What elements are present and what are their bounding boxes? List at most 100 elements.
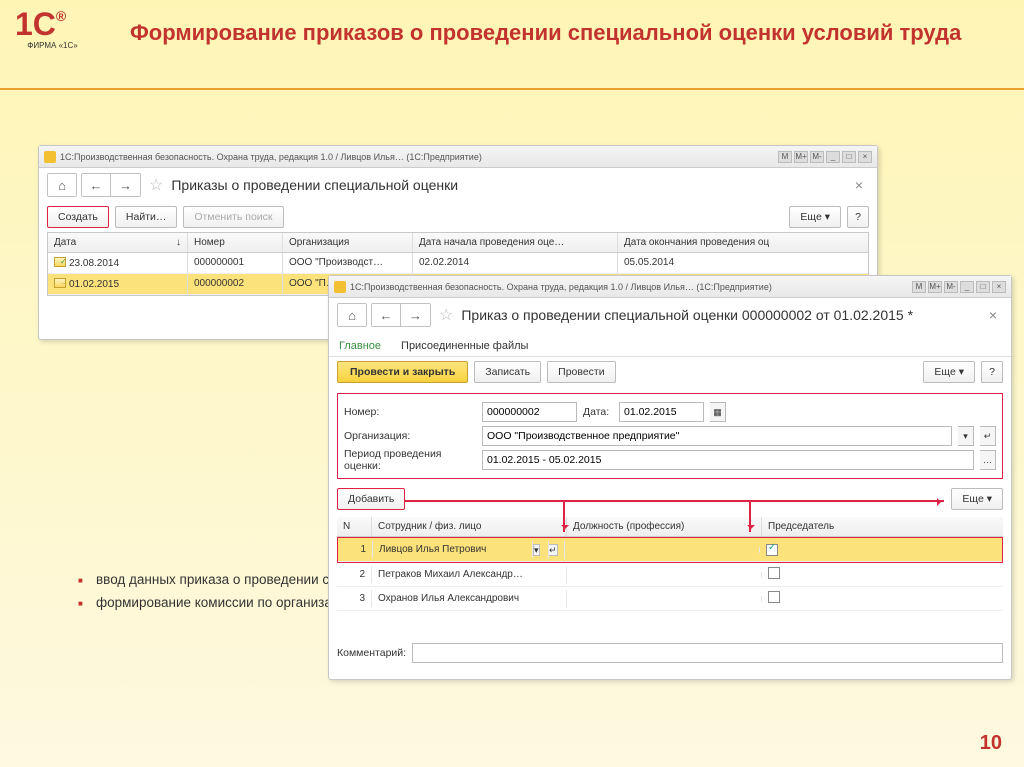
tabs: Главное Присоединенные файлы <box>329 332 1011 357</box>
add-button[interactable]: Добавить <box>337 488 405 510</box>
ellipsis-icon[interactable]: … <box>980 450 996 470</box>
titlebar-1: 1С:Производственная безопасность. Охрана… <box>39 146 877 168</box>
tab-files[interactable]: Присоединенные файлы <box>401 336 528 356</box>
forward-button[interactable]: → <box>401 303 431 327</box>
help-button[interactable]: ? <box>847 206 869 228</box>
dropdown-icon[interactable]: ▾ <box>533 544 540 556</box>
date-input[interactable] <box>619 402 704 422</box>
slide-header: 1C® ФИРМА «1С» Формирование приказов о п… <box>0 0 1024 90</box>
list-item[interactable]: 2 Петраков Михаил Александр… <box>337 563 1003 587</box>
favorite-icon[interactable]: ☆ <box>439 305 453 325</box>
col-emp[interactable]: Сотрудник / физ. лицо <box>372 517 567 536</box>
maximize-button[interactable]: □ <box>976 281 990 293</box>
slide-body: 1С:Производственная безопасность. Охрана… <box>38 145 986 340</box>
logo: 1C® ФИРМА «1С» <box>15 10 90 50</box>
form-area: Номер: Дата: ▦ Организация: ▾ ↵ Период п… <box>337 393 1003 479</box>
slide-title: Формирование приказов о проведении специ… <box>130 20 961 46</box>
comment-label: Комментарий: <box>337 647 406 659</box>
page-number: 10 <box>980 732 1002 755</box>
toolbar-1: Создать Найти… Отменить поиск Еще ▾ ? <box>39 202 877 232</box>
tb-mminus[interactable]: M- <box>810 151 824 163</box>
nav-row-1: ⌂ ← → ☆ Приказы о проведении специальной… <box>39 168 877 202</box>
app-icon <box>334 281 346 293</box>
tb-m[interactable]: M <box>778 151 792 163</box>
post-button[interactable]: Провести <box>547 361 615 383</box>
org-input[interactable] <box>482 426 952 446</box>
tb-mminus[interactable]: M- <box>944 281 958 293</box>
col-chair[interactable]: Председатель <box>762 517 1003 536</box>
minimize-button[interactable]: _ <box>960 281 974 293</box>
comment-row: Комментарий: <box>337 643 1003 663</box>
help-button[interactable]: ? <box>981 361 1003 383</box>
col-num[interactable]: Номер <box>188 233 283 252</box>
chair-checkbox[interactable] <box>768 591 780 603</box>
maximize-button[interactable]: □ <box>842 151 856 163</box>
comment-input[interactable] <box>412 643 1003 663</box>
close-panel-button[interactable]: × <box>849 177 869 193</box>
back-button[interactable]: ← <box>371 303 401 327</box>
more-button[interactable]: Еще ▾ <box>923 361 975 383</box>
period-label: Период проведения оценки: <box>344 448 476 472</box>
col-start[interactable]: Дата начала проведения оце… <box>413 233 618 252</box>
list-item[interactable]: 1 Ливцов Илья Петрович ▾ ↵ <box>338 538 1002 562</box>
tb-mplus[interactable]: M+ <box>794 151 808 163</box>
more-button[interactable]: Еще ▾ <box>789 206 841 228</box>
date-label: Дата: <box>583 406 613 418</box>
col-date[interactable]: Дата ↓ <box>48 233 188 252</box>
logo-company: ФИРМА «1С» <box>15 41 90 50</box>
calendar-icon[interactable]: ▦ <box>710 402 726 422</box>
num-input[interactable] <box>482 402 577 422</box>
tab-main[interactable]: Главное <box>339 336 381 356</box>
back-button[interactable]: ← <box>81 173 111 197</box>
table-row[interactable]: 23.08.2014 000000001 ООО "Производст… 02… <box>48 253 868 274</box>
col-org[interactable]: Организация <box>283 233 413 252</box>
home-button[interactable]: ⌂ <box>337 303 367 327</box>
more-label: Еще <box>934 366 955 378</box>
app-icon <box>44 151 56 163</box>
chair-checkbox[interactable] <box>766 544 778 556</box>
create-button[interactable]: Создать <box>47 206 109 228</box>
num-label: Номер: <box>344 406 476 418</box>
titlebar-text-2: 1С:Производственная безопасность. Охрана… <box>350 282 912 292</box>
open-icon[interactable]: ↵ <box>980 426 996 446</box>
period-input[interactable] <box>482 450 974 470</box>
emp-toolbar: Добавить Еще ▾ <box>329 485 1011 513</box>
list-item[interactable]: 3 Охранов Илья Александрович <box>337 587 1003 611</box>
list-title: Приказы о проведении специальной оценки <box>171 177 458 193</box>
tb-m[interactable]: M <box>912 281 926 293</box>
detail-title: Приказ о проведении специальной оценки 0… <box>461 307 913 323</box>
grid-header: Дата ↓ Номер Организация Дата начала про… <box>48 233 868 253</box>
close-button[interactable]: × <box>992 281 1006 293</box>
employees-grid: N Сотрудник / физ. лицо Должность (профе… <box>337 517 1003 633</box>
more-label: Еще <box>962 493 983 505</box>
close-panel-button[interactable]: × <box>983 307 1003 323</box>
more-button[interactable]: Еще ▾ <box>951 488 1003 510</box>
logo-mark: 1C® <box>15 10 90 39</box>
org-label: Организация: <box>344 430 476 442</box>
doc-icon <box>54 278 66 288</box>
post-and-close-button[interactable]: Провести и закрыть <box>337 361 468 383</box>
write-button[interactable]: Записать <box>474 361 541 383</box>
col-end[interactable]: Дата окончания проведения оц <box>618 233 823 252</box>
window-order-detail: 1С:Производственная безопасность. Охрана… <box>328 275 1012 680</box>
close-button[interactable]: × <box>858 151 872 163</box>
col-pos[interactable]: Должность (профессия) <box>567 517 762 536</box>
find-button[interactable]: Найти… <box>115 206 177 228</box>
col-n[interactable]: N <box>337 517 372 536</box>
doc-icon <box>54 257 66 267</box>
open-icon[interactable]: ↵ <box>549 544 558 556</box>
annotation-arrow <box>563 500 565 532</box>
tb-mplus[interactable]: M+ <box>928 281 942 293</box>
titlebar-icons: M M+ M- _ □ × <box>912 281 1006 293</box>
home-button[interactable]: ⌂ <box>47 173 77 197</box>
titlebar-icons: M M+ M- _ □ × <box>778 151 872 163</box>
titlebar-2: 1С:Производственная безопасность. Охрана… <box>329 276 1011 298</box>
more-label: Еще <box>800 211 821 223</box>
cancel-find-button[interactable]: Отменить поиск <box>183 206 283 228</box>
dropdown-icon[interactable]: ▾ <box>958 426 974 446</box>
forward-button[interactable]: → <box>111 173 141 197</box>
favorite-icon[interactable]: ☆ <box>149 175 163 195</box>
nav-row-2: ⌂ ← → ☆ Приказ о проведении специальной … <box>329 298 1011 332</box>
chair-checkbox[interactable] <box>768 567 780 579</box>
minimize-button[interactable]: _ <box>826 151 840 163</box>
